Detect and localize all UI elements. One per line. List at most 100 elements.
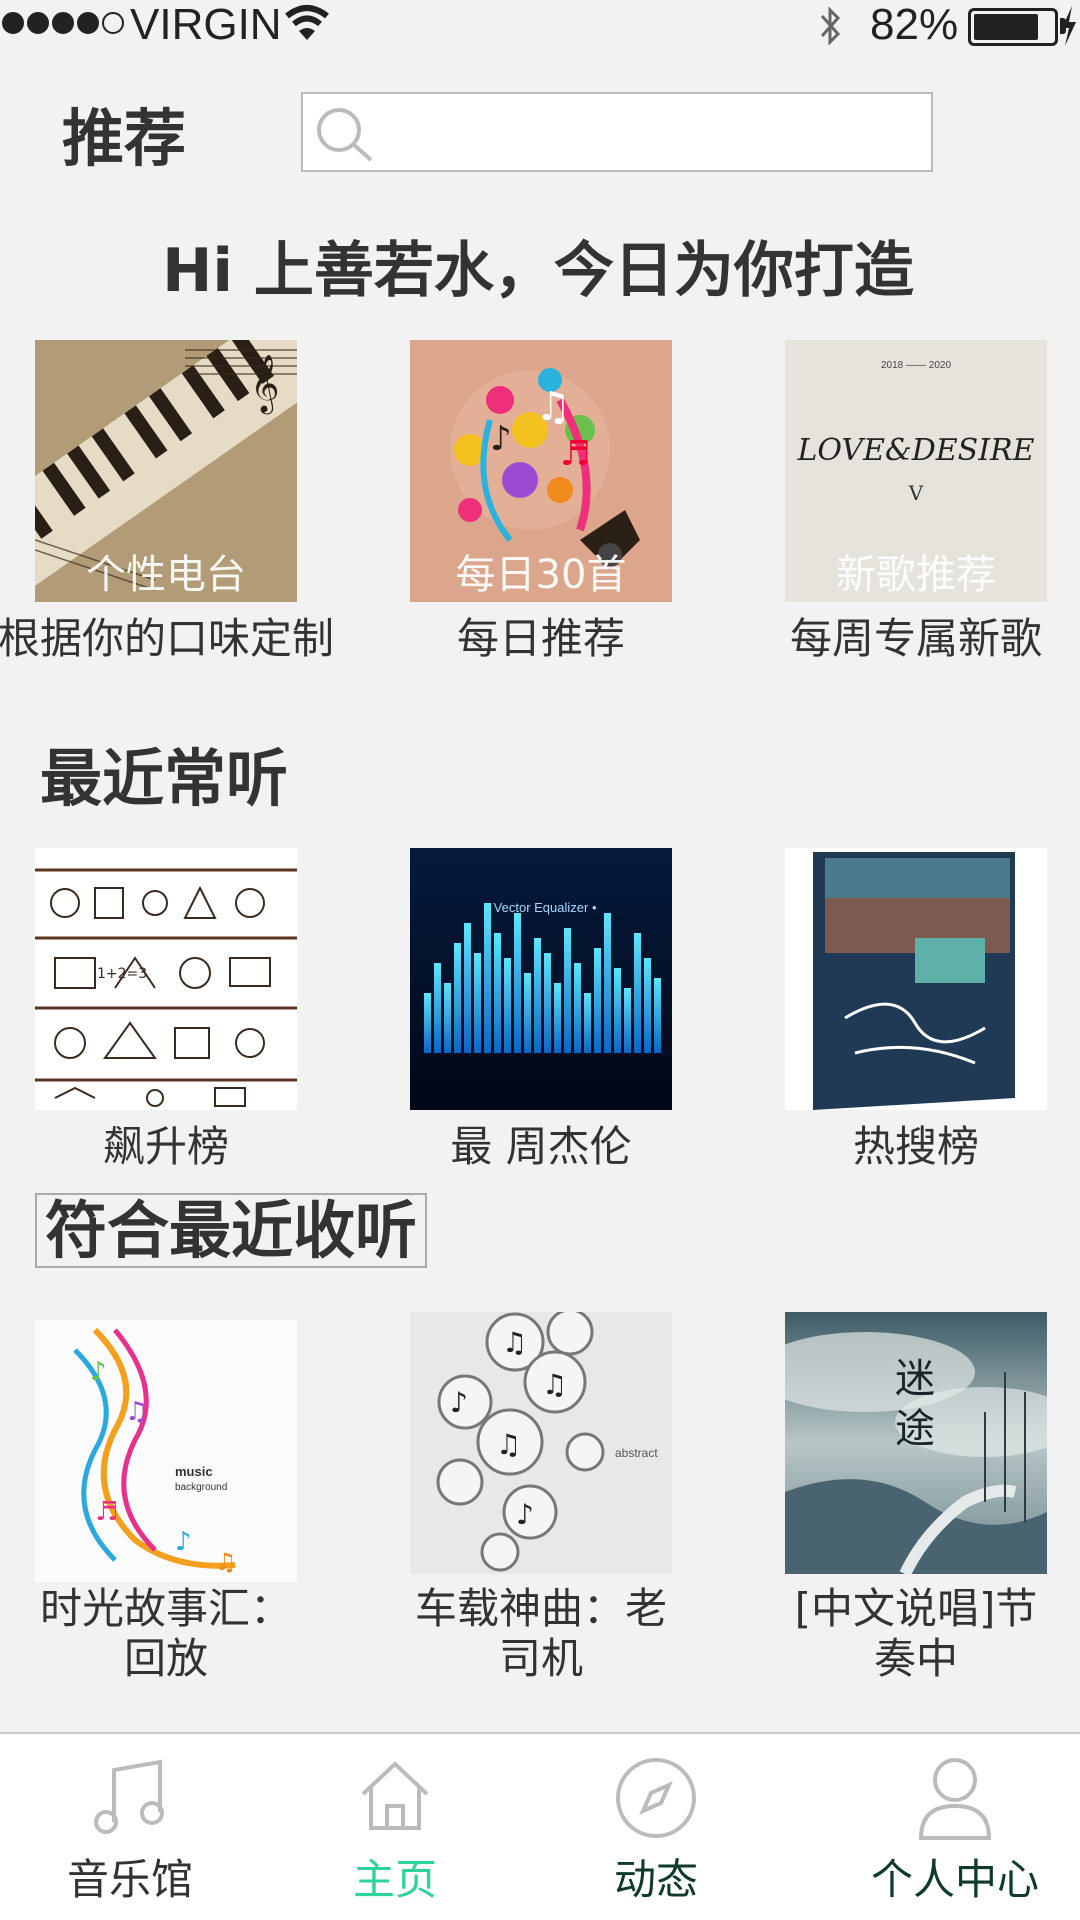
card-label: 每日推荐 <box>456 614 625 663</box>
tab-music-hall[interactable]: 音乐馆 <box>40 1734 220 1920</box>
card-label: 车载神曲：老 司机 <box>330 1584 752 1684</box>
section-title-recent: 最近常听 <box>40 742 289 815</box>
card-label-line2: 回放 <box>123 1634 208 1683</box>
svg-text:♫: ♫ <box>542 1368 567 1401</box>
card-label: [中文说唱]节 奏中 <box>705 1584 1080 1684</box>
svg-text:♪: ♪ <box>175 1527 192 1557</box>
cover-image-equalizer: • Vector Equalizer • <box>410 848 672 1110</box>
carrier-name: VIRGIN <box>130 0 282 49</box>
card-label: 根据你的口味定制 <box>0 614 334 663</box>
svg-text:♪: ♪ <box>490 419 512 459</box>
card-label: 飙升榜 <box>102 1122 229 1171</box>
section-title-suggested: 符合最近收听 <box>35 1193 428 1269</box>
cover-image-piano: 𝄞 个性电台 <box>35 340 297 602</box>
cover-image-lost-path: 迷 途 <box>785 1312 1047 1574</box>
card-label: 时光故事汇： 回放 <box>0 1584 377 1684</box>
tab-home[interactable]: 主页 <box>305 1734 485 1920</box>
tab-label: 动态 <box>613 1855 698 1904</box>
equalizer-bar <box>424 993 431 1053</box>
equalizer-bar <box>574 963 581 1053</box>
greeting-text: Hi 上善若水，今日为你打造 <box>162 236 914 306</box>
cover-overlay-text: 新歌推荐 <box>836 552 996 598</box>
cover-equalizer-text: • Vector Equalizer • <box>486 900 597 915</box>
equalizer-bar <box>464 923 471 1053</box>
svg-text:♪: ♪ <box>516 1498 534 1531</box>
cover-years-text: 2018 —— 2020 <box>881 360 951 371</box>
battery-icon <box>968 8 1058 46</box>
card-label-line1: 时光故事汇： <box>39 1584 292 1633</box>
page-title: 推荐 <box>62 102 187 175</box>
tab-bar: 音乐馆 主页 动态 个人中心 <box>0 1732 1080 1920</box>
equalizer-bar <box>634 933 641 1053</box>
svg-text:♫: ♫ <box>502 1326 527 1359</box>
card-label: 每周专属新歌 <box>789 614 1042 663</box>
svg-text:♫: ♫ <box>215 1548 237 1576</box>
battery-percentage: 82% <box>870 0 959 49</box>
status-bar: VIRGIN 82% <box>0 0 1080 56</box>
card-label-line2: 奏中 <box>873 1634 958 1683</box>
wifi-icon <box>285 4 329 55</box>
cover-background-text: background <box>175 1482 227 1493</box>
search-input[interactable] <box>379 104 919 160</box>
cover-image-music-notes: ♫ ♪ ♬ 每日30首 <box>410 340 672 602</box>
cover-sub-text: V <box>908 481 924 505</box>
cover-image-doodles: 1+2=3 <box>35 848 297 1110</box>
equalizer-bar <box>584 993 591 1053</box>
cover-title-text: LOVE&DESIRE <box>796 433 1034 468</box>
equalizer-bar <box>504 958 511 1053</box>
equalizer-bar <box>454 943 461 1053</box>
cover-image-love-desire: 2018 —— 2020 LOVE&DESIRE V 新歌推荐 <box>785 340 1047 602</box>
svg-text:♬: ♬ <box>95 1497 118 1527</box>
cover-music-text: music <box>175 1464 213 1479</box>
equalizer-bar <box>644 958 651 1053</box>
cover-overlay-text: 每日30首 <box>455 552 627 598</box>
svg-text:♫: ♫ <box>496 1428 521 1461</box>
equalizer-bar <box>434 963 441 1053</box>
svg-text:♬: ♬ <box>560 434 590 474</box>
equalizer-bar <box>514 913 521 1053</box>
music-note-icon <box>90 1756 170 1840</box>
card-label-line1: 车载神曲：老 <box>414 1584 667 1633</box>
equalizer-bar <box>594 948 601 1053</box>
cover-image-music-background: ♪ ♫ ♬ ♪ ♫ music background <box>35 1320 297 1582</box>
equalizer-bar <box>614 968 621 1053</box>
tab-label: 主页 <box>352 1855 437 1904</box>
svg-text:𝄞: 𝄞 <box>250 354 280 415</box>
search-icon <box>313 104 377 168</box>
equalizer-bar <box>444 983 451 1053</box>
equalizer-bar <box>654 978 661 1053</box>
svg-text:♫: ♫ <box>125 1397 148 1427</box>
cover-overlay-text: 个性电台 <box>86 552 246 598</box>
svg-text:♫: ♫ <box>535 384 571 430</box>
signal-strength-icon <box>2 12 124 34</box>
svg-text:♪: ♪ <box>450 1386 468 1419</box>
cover-image-abstract-notes: ♫ ♫ ♪ ♫ ♪ abstract <box>410 1312 672 1574</box>
card-label-line2: 司机 <box>498 1634 583 1683</box>
charging-bolt-icon <box>1060 6 1078 57</box>
equalizer-bar <box>544 953 551 1053</box>
cover-abstract-text: abstract <box>615 1446 658 1460</box>
equalizer-bar <box>474 953 481 1053</box>
svg-text:♪: ♪ <box>90 1357 107 1387</box>
compass-icon <box>614 1756 698 1844</box>
equalizer-bar <box>564 928 571 1053</box>
equalizer-bar <box>604 913 611 1053</box>
equalizer-bar <box>494 933 501 1053</box>
person-icon <box>915 1756 995 1844</box>
tab-label: 个人中心 <box>870 1855 1039 1904</box>
tab-activity[interactable]: 动态 <box>566 1734 746 1920</box>
tab-profile[interactable]: 个人中心 <box>855 1734 1055 1920</box>
card-label: 热搜榜 <box>852 1122 979 1171</box>
home-icon <box>355 1756 435 1840</box>
search-box[interactable] <box>301 92 933 172</box>
svg-text:1+2=3: 1+2=3 <box>97 966 147 982</box>
cover-tu-text: 途 <box>895 1406 935 1452</box>
equalizer-bar <box>524 973 531 1053</box>
cover-mi-text: 迷 <box>895 1356 935 1402</box>
equalizer-bar <box>534 938 541 1053</box>
equalizer-bar <box>484 903 491 1053</box>
equalizer-bar <box>624 988 631 1053</box>
bluetooth-icon <box>818 2 844 61</box>
cover-image-album-box <box>785 848 1047 1110</box>
equalizer-bar <box>554 983 561 1053</box>
